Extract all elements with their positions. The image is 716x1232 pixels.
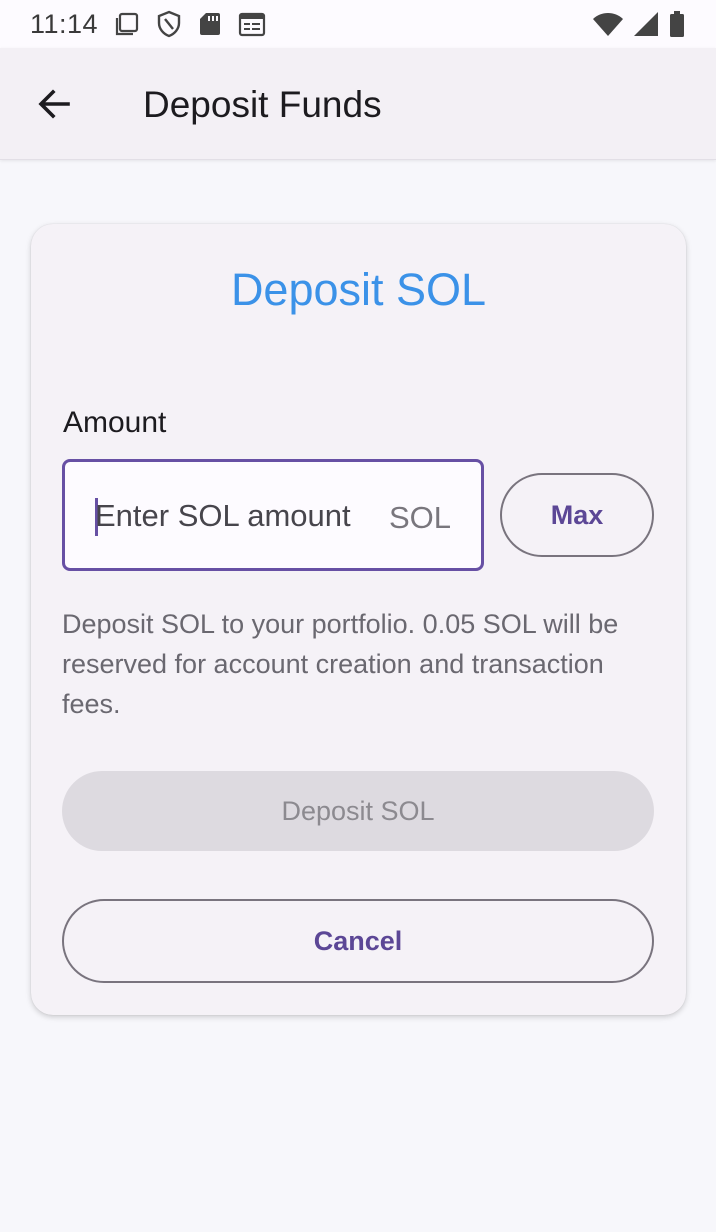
- calendar-icon: [238, 11, 266, 37]
- status-bar: 11:14: [0, 0, 716, 48]
- cancel-button[interactable]: Cancel: [62, 899, 654, 983]
- arrow-back-icon: [38, 89, 70, 119]
- app-bar: Deposit Funds: [0, 48, 716, 160]
- amount-suffix: SOL: [388, 500, 451, 535]
- vpn-shield-icon: [156, 10, 182, 38]
- sd-card-icon: [198, 11, 222, 37]
- deposit-card: Deposit SOL Amount SOL Max Deposit SOL t…: [31, 224, 686, 1015]
- max-button[interactable]: Max: [500, 473, 654, 557]
- amount-field[interactable]: SOL: [62, 459, 484, 571]
- helper-text: Deposit SOL to your portfolio. 0.05 SOL …: [62, 609, 619, 719]
- deposit-button[interactable]: Deposit SOL: [62, 771, 654, 851]
- card-title: Deposit SOL: [230, 264, 487, 315]
- signal-icon: [632, 11, 660, 37]
- status-time: 11:14: [30, 8, 99, 39]
- page-title: Deposit Funds: [143, 84, 382, 125]
- status-right: [592, 10, 686, 38]
- wifi-icon: [592, 11, 624, 37]
- status-left: 11:14: [30, 9, 266, 40]
- back-button[interactable]: [22, 76, 86, 132]
- amount-label: Amount: [63, 406, 167, 439]
- screenshot-icon: [114, 11, 140, 37]
- battery-icon: [668, 10, 686, 38]
- amount-input[interactable]: [95, 496, 375, 536]
